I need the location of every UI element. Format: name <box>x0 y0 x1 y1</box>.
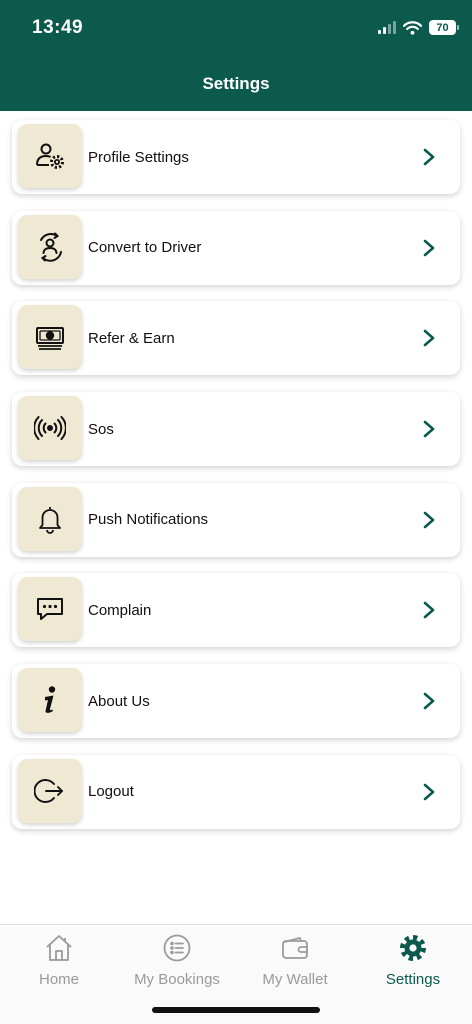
bell-icon <box>39 506 61 534</box>
chevron-right-icon <box>423 148 435 166</box>
list-icon <box>163 934 191 962</box>
tab-home[interactable]: Home <box>0 933 118 988</box>
app-header: 13:49 70 Settings <box>0 0 472 111</box>
page-title: Settings <box>202 74 270 93</box>
tab-settings[interactable]: Settings <box>354 933 472 988</box>
setting-complain[interactable]: Complain <box>12 573 460 648</box>
chevron-right-icon <box>423 330 435 347</box>
tab-label: Home <box>38 971 79 988</box>
logout-icon <box>34 778 63 803</box>
tab-label: Settings <box>385 971 441 988</box>
chevron-right-icon <box>423 511 435 529</box>
setting-label: Complain <box>88 601 152 619</box>
setting-sos[interactable]: Sos <box>12 392 460 467</box>
icon-tile <box>18 124 82 188</box>
setting-label: Convert to Driver <box>88 239 202 257</box>
icon-tile <box>18 758 82 823</box>
home-indicator <box>152 1007 320 1013</box>
setting-refer-and-earn[interactable]: Refer & Earn <box>12 301 460 376</box>
wifi-icon <box>403 20 422 35</box>
setting-profile-settings[interactable]: Profile Settings <box>12 120 460 194</box>
chevron-right-icon <box>423 239 435 256</box>
setting-convert-to-driver[interactable]: Convert to Driver <box>12 210 460 285</box>
icon-tile <box>18 305 82 370</box>
money-icon <box>36 327 64 351</box>
icon-tile <box>18 486 82 551</box>
setting-label: Sos <box>88 420 114 438</box>
tab-label: My Wallet <box>262 971 328 988</box>
chat-icon <box>37 598 63 621</box>
wallet-icon <box>282 937 308 959</box>
setting-label: Profile Settings <box>88 148 189 166</box>
chevron-right-icon <box>423 602 435 619</box>
icon-tile <box>18 577 82 642</box>
tab-my-wallet[interactable]: My Wallet <box>236 933 354 988</box>
info-icon <box>45 686 56 714</box>
chevron-right-icon <box>423 783 435 801</box>
icon-tile <box>18 668 82 733</box>
home-icon <box>46 935 72 961</box>
gear-icon <box>400 935 426 961</box>
convert-driver-icon <box>40 232 62 262</box>
setting-push-notifications[interactable]: Push Notifications <box>12 482 460 557</box>
chevron-right-icon <box>423 420 435 438</box>
setting-label: Push Notifications <box>88 511 209 529</box>
broadcast-icon <box>34 416 66 441</box>
chevron-right-icon <box>423 692 435 710</box>
signal-icon <box>378 21 396 34</box>
user-gear-icon <box>36 143 64 169</box>
icon-tile <box>18 396 82 461</box>
tab-label: My Bookings <box>134 971 220 988</box>
icon-tile <box>18 214 82 279</box>
status-time: 13:49 <box>32 17 84 38</box>
setting-about-us[interactable]: About Us <box>12 664 460 739</box>
setting-label: Refer & Earn <box>88 329 175 347</box>
setting-logout[interactable]: Logout <box>12 754 460 829</box>
battery-icon: 70 <box>429 20 459 35</box>
setting-label: About Us <box>88 692 150 710</box>
setting-label: Logout <box>88 783 134 801</box>
tab-my-bookings[interactable]: My Bookings <box>118 933 236 988</box>
settings-list: Profile Settings Convert to Driver Refer… <box>12 120 460 846</box>
status-icons: 70 <box>378 20 459 35</box>
